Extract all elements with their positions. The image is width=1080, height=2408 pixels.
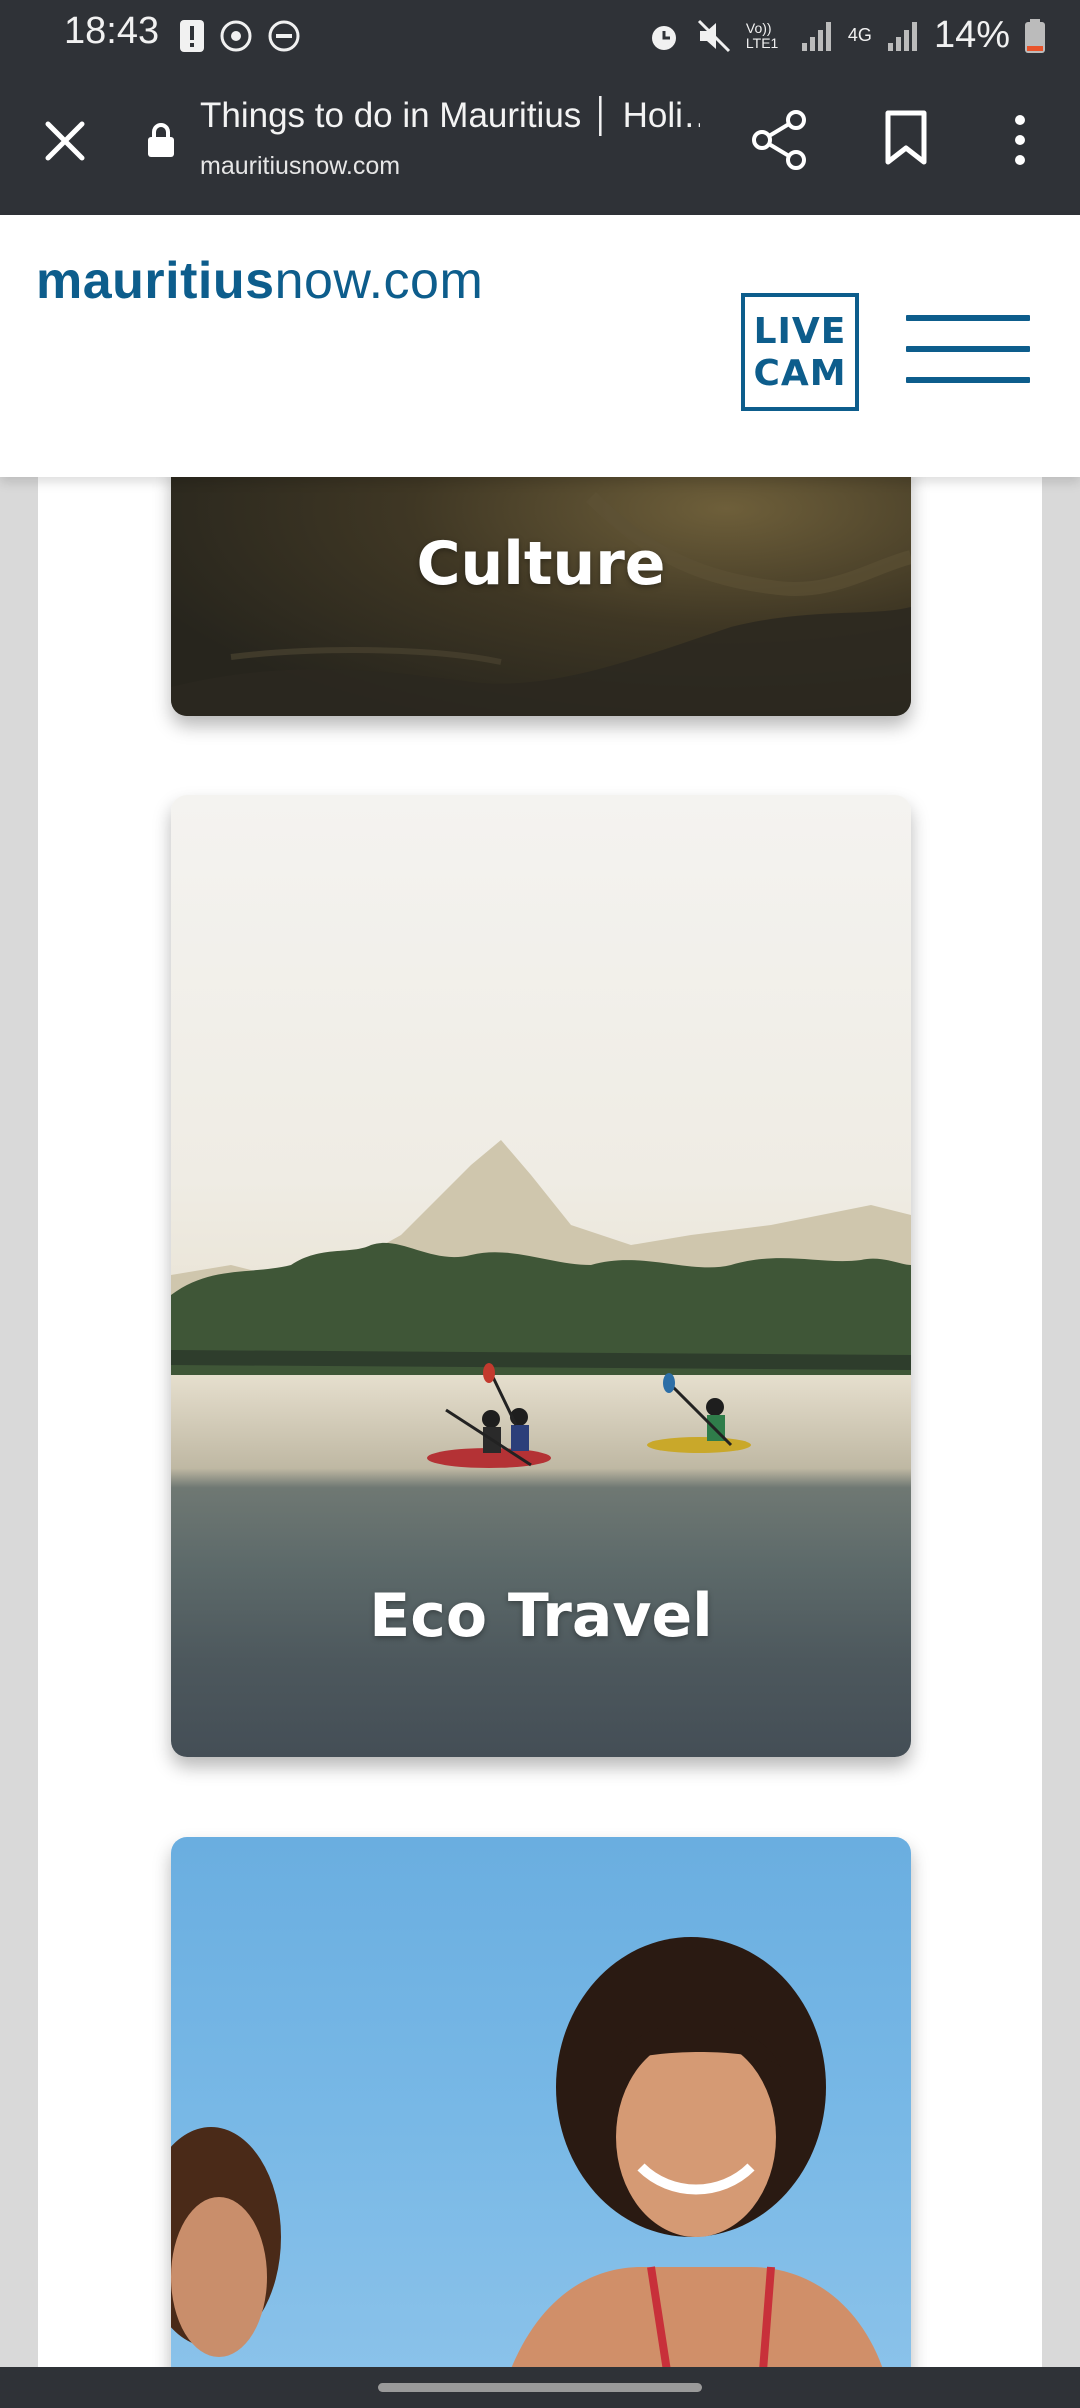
share-icon[interactable] — [752, 110, 808, 170]
logo-light: now.com — [274, 252, 484, 310]
network-label: 4G — [847, 25, 872, 45]
livecam-button[interactable]: LIVE CAM — [741, 293, 859, 411]
signal-icon — [801, 21, 831, 51]
menu-icon[interactable] — [906, 315, 1030, 389]
site-logo[interactable]: mauritiusnow.com — [36, 251, 483, 311]
card-eco-travel-label: Eco Travel — [369, 1581, 713, 1651]
dnd-icon — [268, 20, 300, 52]
card-family[interactable] — [171, 1837, 911, 2367]
battery-icon — [1025, 18, 1045, 53]
battery-percent: 14% — [933, 14, 1010, 56]
card-culture-label: Culture — [416, 529, 666, 599]
lock-icon — [148, 123, 174, 157]
status-right-icons: Vo)) LTE1 4G 14% — [646, 14, 1046, 57]
kayak-red — [427, 1363, 551, 1468]
system-navbar — [0, 2367, 1080, 2408]
livecam-line2: CAM — [753, 353, 847, 394]
volte-label: Vo)) LTE1 — [745, 19, 779, 51]
card-culture[interactable]: Culture — [171, 477, 911, 716]
card-eco-travel[interactable]: Eco Travel — [171, 795, 911, 1757]
more-vert-icon[interactable] — [1004, 110, 1036, 170]
alarm-icon — [651, 25, 676, 50]
mute-icon — [697, 19, 730, 52]
page-title[interactable]: Things to do in Mauritius │ Holi… — [200, 96, 700, 136]
bookmark-icon[interactable] — [884, 110, 928, 166]
logo-bold: mauritius — [36, 252, 275, 310]
page-url[interactable]: mauritiusnow.com — [200, 152, 400, 181]
sync-icon — [220, 20, 252, 52]
home-gesture-bar[interactable] — [378, 2383, 702, 2392]
status-time: 18:43 — [64, 10, 160, 52]
livecam-line1: LIVE — [753, 311, 847, 352]
status-left-icons — [178, 18, 302, 54]
family-image — [171, 1937, 883, 2367]
alert-icon — [180, 20, 204, 52]
kayak-yellow — [647, 1373, 751, 1453]
main-content: Culture Eco Travel — [38, 477, 1042, 2367]
site-header: mauritiusnow.com LIVE CAM — [0, 215, 1080, 477]
close-icon[interactable] — [40, 116, 90, 166]
status-bar: 18:43 Vo)) LTE1 4G 14% — [0, 0, 1080, 72]
browser-toolbar: Things to do in Mauritius │ Holi… maurit… — [0, 72, 1080, 215]
signal-icon-2 — [887, 21, 917, 51]
